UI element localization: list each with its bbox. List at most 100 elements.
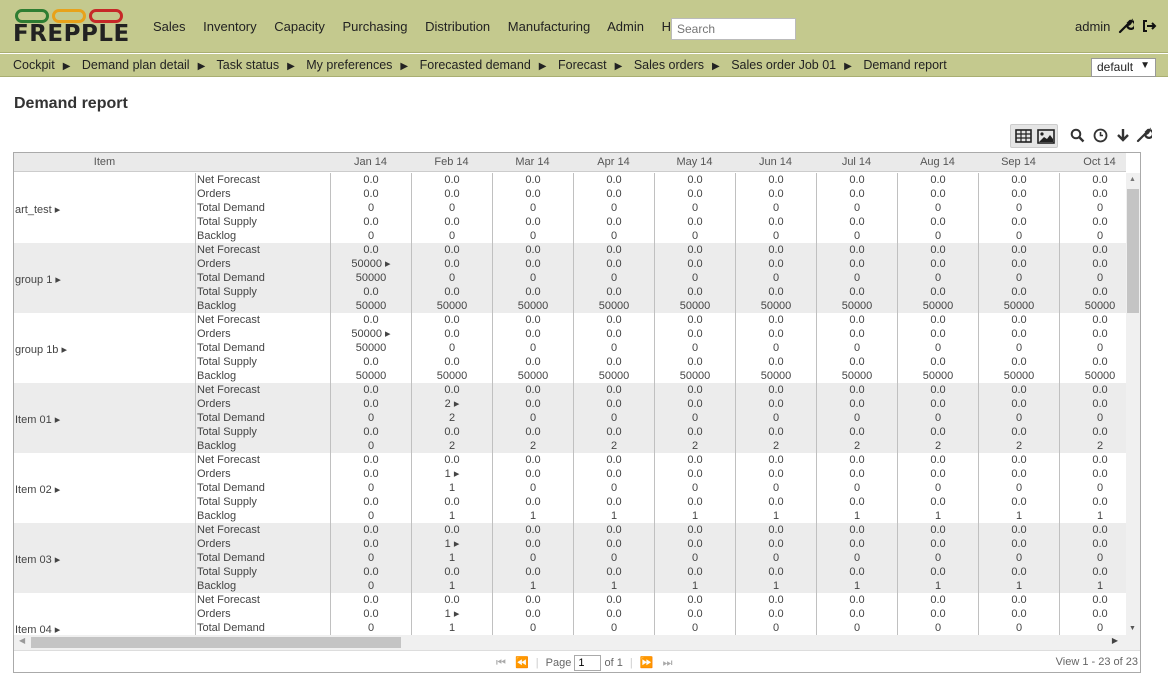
- cell-value[interactable]: 0.0: [736, 537, 816, 551]
- column-header[interactable]: Mar 14: [492, 156, 573, 168]
- cell-value[interactable]: 0.0: [412, 327, 492, 341]
- cell-value[interactable]: 0.0: [493, 257, 573, 271]
- item-name[interactable]: Item 02 ▸: [15, 483, 60, 496]
- column-header[interactable]: Jan 14: [330, 156, 411, 168]
- cell-value[interactable]: 0.0: [655, 607, 735, 621]
- cell-value[interactable]: 0.0: [493, 537, 573, 551]
- user-name[interactable]: admin: [1075, 19, 1110, 34]
- breadcrumb-item[interactable]: Task status: [217, 58, 280, 72]
- cell-value[interactable]: 0.0: [979, 187, 1059, 201]
- preference-select[interactable]: default ▼: [1091, 58, 1156, 77]
- cell-value[interactable]: 0.0: [574, 327, 654, 341]
- cell-value[interactable]: 0.0: [331, 607, 411, 621]
- settings-wrench-icon[interactable]: [1136, 127, 1152, 143]
- last-page-icon[interactable]: ⏭: [663, 657, 673, 669]
- horizontal-scrollbar[interactable]: ◀ ▶: [14, 635, 1140, 650]
- clock-icon[interactable]: [1093, 128, 1108, 143]
- expand-arrow-icon[interactable]: ▸: [52, 414, 61, 426]
- cell-value[interactable]: 0.0: [979, 607, 1059, 621]
- cell-value[interactable]: 0.0: [817, 607, 897, 621]
- cell-value[interactable]: 0.0: [898, 257, 978, 271]
- prev-page-icon[interactable]: ⏪: [515, 657, 529, 669]
- cell-value[interactable]: 0.0: [412, 257, 492, 271]
- cell-value[interactable]: 0.0: [817, 467, 897, 481]
- breadcrumb-item[interactable]: Sales orders: [634, 58, 704, 72]
- cell-value[interactable]: 0.0: [655, 397, 735, 411]
- cell-value[interactable]: 0.0: [979, 467, 1059, 481]
- menu-distribution[interactable]: Distribution: [425, 19, 490, 34]
- menu-purchasing[interactable]: Purchasing: [342, 19, 407, 34]
- scroll-left-icon[interactable]: ◀: [19, 636, 25, 645]
- column-header[interactable]: Jul 14: [816, 156, 897, 168]
- cell-value[interactable]: 0.0: [736, 397, 816, 411]
- expand-arrow-icon[interactable]: ▸: [58, 344, 67, 356]
- cell-value[interactable]: 0.0: [979, 537, 1059, 551]
- column-header-item[interactable]: Item: [14, 156, 195, 168]
- column-header[interactable]: Apr 14: [573, 156, 654, 168]
- cell-value[interactable]: 0.0: [574, 537, 654, 551]
- search-input[interactable]: [671, 18, 796, 40]
- cell-value[interactable]: 0.0: [574, 187, 654, 201]
- cell-value[interactable]: 0.0: [574, 257, 654, 271]
- cell-value[interactable]: 0.0: [493, 467, 573, 481]
- cell-value[interactable]: 0.0: [736, 467, 816, 481]
- expand-arrow-icon[interactable]: ▸: [52, 274, 61, 286]
- logout-icon[interactable]: [1141, 18, 1157, 34]
- cell-value[interactable]: 0.0: [1060, 607, 1126, 621]
- cell-value[interactable]: 0.0: [898, 327, 978, 341]
- item-name[interactable]: art_test ▸: [15, 203, 60, 216]
- expand-arrow-icon[interactable]: ▸: [52, 484, 61, 496]
- breadcrumb-item[interactable]: Demand plan detail: [82, 58, 190, 72]
- cell-value[interactable]: 0.0: [655, 187, 735, 201]
- breadcrumb-item[interactable]: Forecast: [558, 58, 607, 72]
- cell-value[interactable]: 0.0: [1060, 537, 1126, 551]
- cell-value[interactable]: 0.0: [1060, 187, 1126, 201]
- item-name[interactable]: Item 01 ▸: [15, 413, 60, 426]
- scroll-right-icon[interactable]: ▶: [1112, 636, 1118, 645]
- cell-value[interactable]: 0.0: [574, 397, 654, 411]
- cell-value[interactable]: 0.0: [655, 257, 735, 271]
- cell-value[interactable]: 1 ▸: [412, 467, 492, 481]
- cell-value[interactable]: 0.0: [898, 607, 978, 621]
- cell-value[interactable]: 0.0: [736, 327, 816, 341]
- breadcrumb-item[interactable]: Forecasted demand: [420, 58, 531, 72]
- column-header[interactable]: Feb 14: [411, 156, 492, 168]
- breadcrumb-item[interactable]: Cockpit: [13, 58, 55, 72]
- cell-value[interactable]: 0.0: [817, 327, 897, 341]
- cell-value[interactable]: 0.0: [898, 467, 978, 481]
- cell-value[interactable]: 0.0: [574, 467, 654, 481]
- cell-value[interactable]: 0.0: [1060, 397, 1126, 411]
- cell-value[interactable]: 0.0: [898, 187, 978, 201]
- cell-value[interactable]: 0.0: [493, 607, 573, 621]
- cell-value[interactable]: 0.0: [817, 257, 897, 271]
- cell-value[interactable]: 0.0: [817, 537, 897, 551]
- cell-value[interactable]: 0.0: [493, 187, 573, 201]
- frepple-logo[interactable]: FREPPLE: [13, 9, 129, 47]
- horizontal-scroll-thumb[interactable]: [31, 637, 401, 648]
- menu-manufacturing[interactable]: Manufacturing: [508, 19, 590, 34]
- cell-value[interactable]: 0.0: [898, 537, 978, 551]
- cell-value[interactable]: 0.0: [817, 187, 897, 201]
- item-name[interactable]: Item 03 ▸: [15, 553, 60, 566]
- cell-value[interactable]: 0.0: [817, 397, 897, 411]
- cell-value[interactable]: 0.0: [331, 467, 411, 481]
- menu-capacity[interactable]: Capacity: [274, 19, 325, 34]
- breadcrumb-item[interactable]: My preferences: [306, 58, 392, 72]
- next-page-icon[interactable]: ⏩: [640, 657, 654, 669]
- cell-value[interactable]: 0.0: [331, 537, 411, 551]
- item-name[interactable]: Item 04 ▸: [15, 623, 60, 635]
- breadcrumb-item[interactable]: Sales order Job 01: [731, 58, 836, 72]
- expand-arrow-icon[interactable]: ▸: [52, 204, 61, 216]
- cell-value[interactable]: 0.0: [736, 187, 816, 201]
- menu-inventory[interactable]: Inventory: [203, 19, 256, 34]
- breadcrumb-item-current[interactable]: Demand report: [863, 58, 946, 72]
- cell-value[interactable]: 0.0: [1060, 327, 1126, 341]
- cell-value[interactable]: 2 ▸: [412, 397, 492, 411]
- table-view-icon[interactable]: [1015, 129, 1032, 143]
- cell-value[interactable]: 50000 ▸: [331, 327, 411, 341]
- cell-value[interactable]: 0.0: [331, 187, 411, 201]
- cell-value[interactable]: 0.0: [574, 607, 654, 621]
- scroll-down-icon[interactable]: ▼: [1129, 625, 1136, 632]
- cell-value[interactable]: 0.0: [736, 607, 816, 621]
- column-header[interactable]: Jun 14: [735, 156, 816, 168]
